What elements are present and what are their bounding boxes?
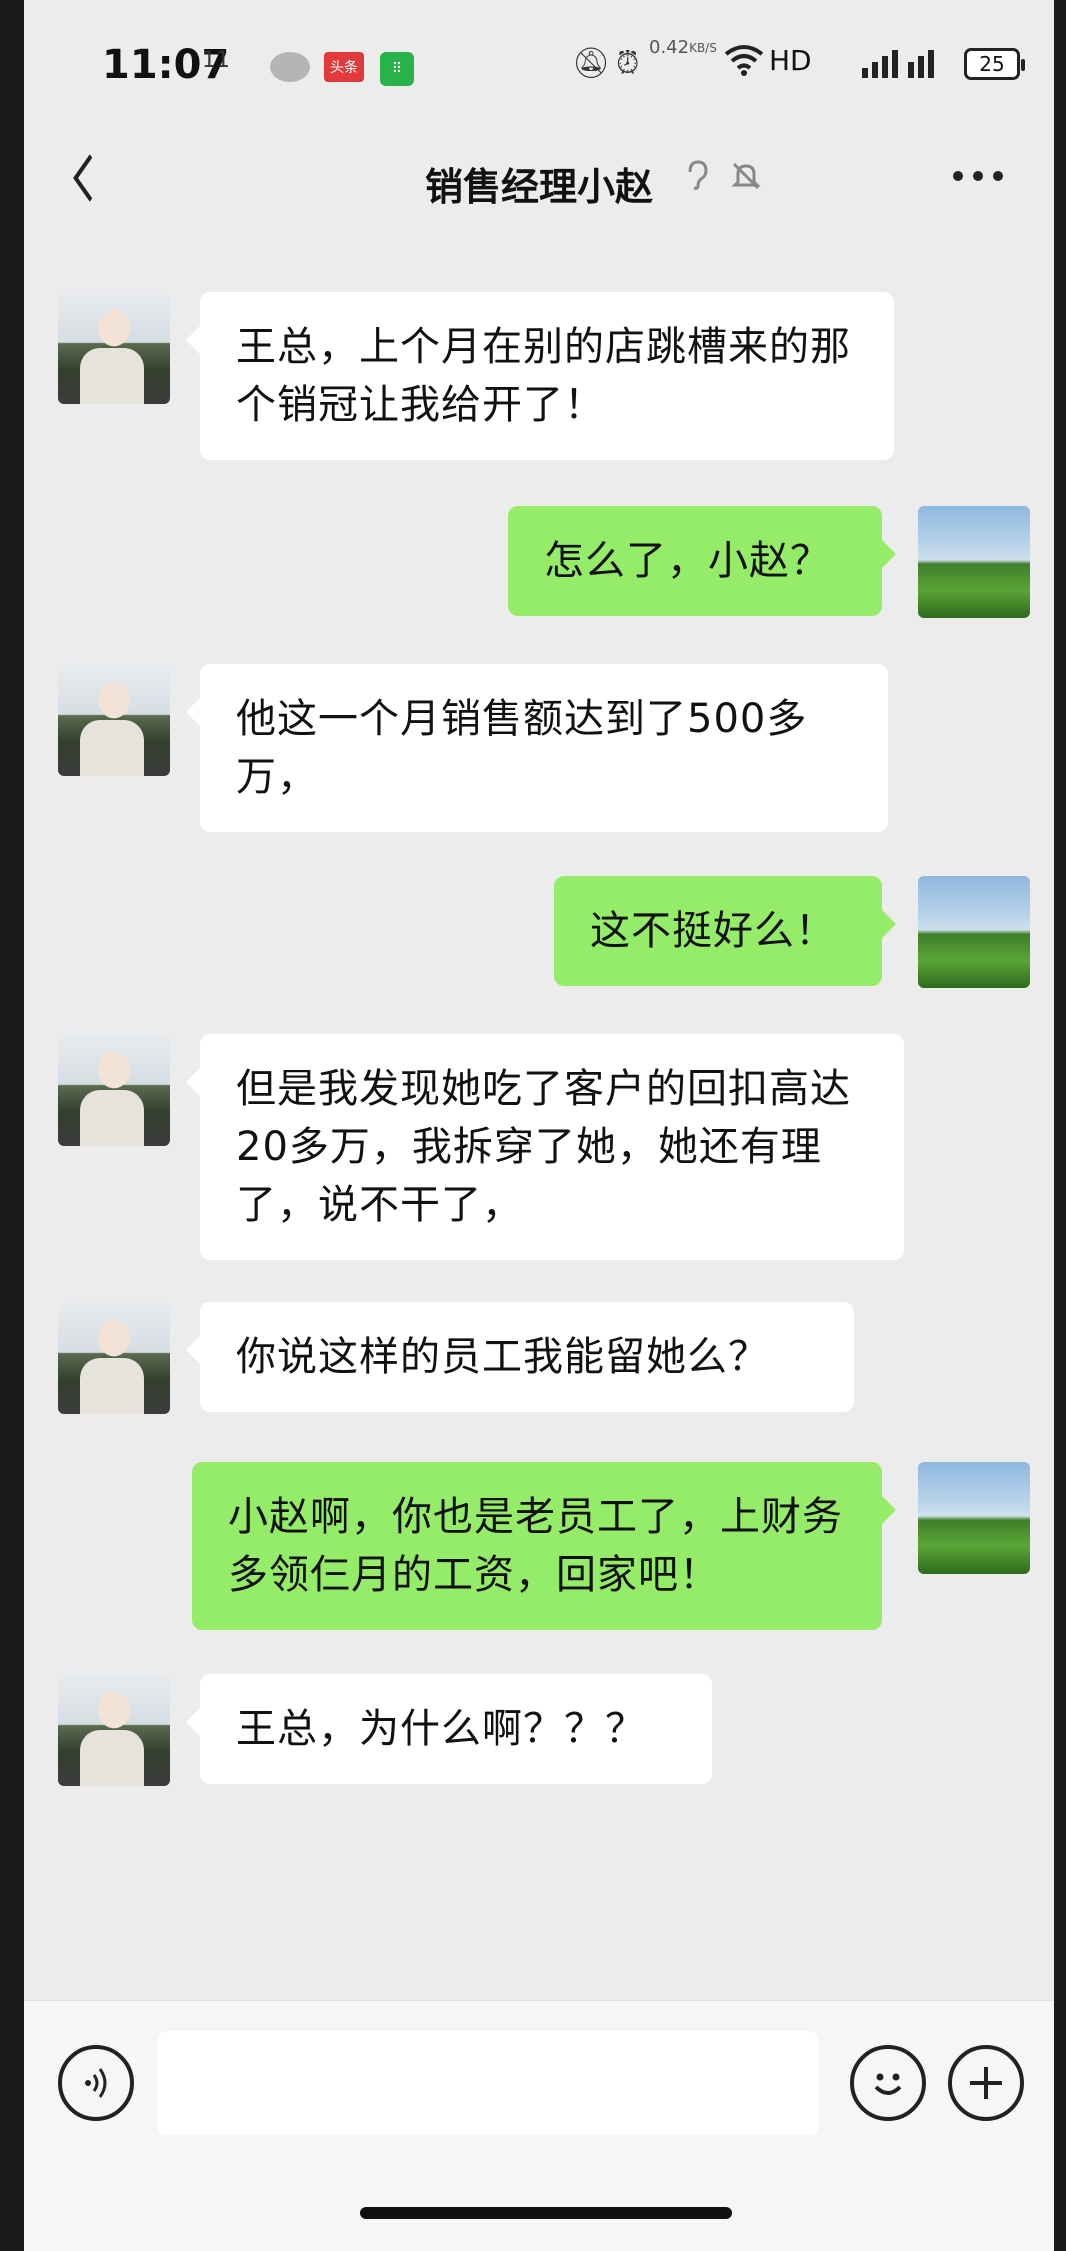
home-indicator[interactable] <box>360 2207 732 2219</box>
message-input[interactable] <box>158 2031 818 2135</box>
message-bubble[interactable]: 他这一个月销售额达到了500多万， <box>186 664 888 832</box>
ear-icon <box>686 160 710 198</box>
contact-avatar[interactable] <box>58 1302 170 1414</box>
voice-button[interactable] <box>58 2045 134 2121</box>
contact-avatar[interactable] <box>58 292 170 404</box>
chat-header: 销售经理小赵 <box>24 130 1054 240</box>
my-avatar[interactable] <box>918 506 1030 618</box>
chat-screen: 11:07 11 头条 ⠿ 🔕︎ ⏰︎ 0.42 KB/S HD 25 销售经理… <box>24 0 1054 2251</box>
message-bubble[interactable]: 但是我发现她吃了客户的回扣高达20多万，我拆穿了她，她还有理了，说不干了， <box>186 1034 904 1260</box>
message-bubble[interactable]: 王总，为什么啊？？？ <box>186 1674 712 1784</box>
network-speed: 0.42 KB/S <box>649 37 717 58</box>
my-avatar[interactable] <box>918 1462 1030 1574</box>
battery-icon: 25 <box>964 48 1025 80</box>
more-functions-button[interactable] <box>948 2045 1024 2121</box>
alarm-icon: ⏰︎ <box>616 46 640 81</box>
message-bubble[interactable]: 王总，上个月在别的店跳槽来的那个销冠让我给开了！ <box>186 292 894 460</box>
bell-off-icon <box>730 160 762 200</box>
wechat-icon <box>270 52 310 82</box>
more-button[interactable] <box>950 140 1006 203</box>
signal-icon <box>860 46 940 80</box>
status-bar: 11:07 11 头条 ⠿ 🔕︎ ⏰︎ 0.42 KB/S HD 25 <box>24 0 1054 130</box>
speed-unit: KB/S <box>689 41 717 55</box>
emoji-icon <box>874 2073 902 2095</box>
toutiao-icon: 头条 <box>324 52 364 82</box>
my-avatar[interactable] <box>918 876 1030 988</box>
message-bubble[interactable]: 这不挺好么！ <box>554 876 896 986</box>
mute-icon: 🔕︎ <box>572 46 611 81</box>
app-icon: ⠿ <box>380 52 414 86</box>
wifi-icon <box>724 44 764 76</box>
contact-avatar[interactable] <box>58 664 170 776</box>
message-bubble[interactable]: 小赵啊，你也是老员工了，上财务多领仨月的工资，回家吧！ <box>192 1462 896 1630</box>
network-type: HD <box>769 44 812 77</box>
contact-avatar[interactable] <box>58 1034 170 1146</box>
extra-status-text: 11 <box>202 48 230 73</box>
chat-title: 销售经理小赵 <box>424 165 653 209</box>
message-bubble[interactable]: 怎么了，小赵？ <box>508 506 896 616</box>
more-icon <box>953 171 1003 181</box>
emoji-button[interactable] <box>850 2045 926 2121</box>
contact-avatar[interactable] <box>58 1674 170 1786</box>
message-bubble[interactable]: 你说这样的员工我能留她么？ <box>186 1302 854 1412</box>
speed-value: 0.42 <box>649 37 690 58</box>
plus-icon <box>970 2067 1002 2099</box>
voice-icon <box>85 2068 107 2098</box>
